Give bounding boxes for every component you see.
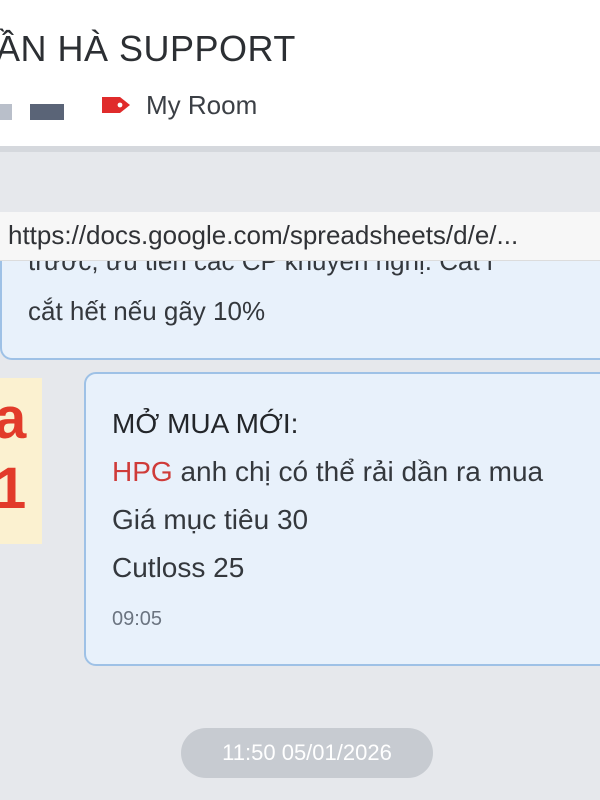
member-indicator xyxy=(30,104,64,120)
message-timestamp: 09:05 xyxy=(112,608,163,630)
sticker-text-line: a xyxy=(0,386,27,451)
room-label: My Room xyxy=(146,89,258,120)
chat-title[interactable]: ẦN HÀ SUPPORT xyxy=(0,28,296,70)
header-divider xyxy=(0,146,600,152)
tag-icon xyxy=(100,95,132,115)
member-indicator xyxy=(0,104,12,120)
room-tag[interactable]: My Room xyxy=(100,90,257,120)
message-text: Giá mục tiêu 30 xyxy=(112,504,309,535)
stock-ticker: HPG xyxy=(112,456,173,487)
date-separator: 11:50 05/01/2026 xyxy=(181,728,433,778)
sticker-image[interactable]: a 1 xyxy=(0,378,42,544)
link-preview-tooltip: https://docs.google.com/spreadsheets/d/e… xyxy=(0,212,600,261)
link-url: https://docs.google.com/spreadsheets/d/e… xyxy=(8,220,519,250)
sticker-text-line: 1 xyxy=(0,456,27,521)
chat-header: ẦN HÀ SUPPORT My Room xyxy=(0,0,600,146)
message-heading: MỞ MUA MỚI: xyxy=(112,408,299,439)
message-text: cắt hết nếu gãy 10% xyxy=(28,296,266,326)
message-text: Cutloss 25 xyxy=(112,552,245,583)
message-text: HPG anh chị có thể rải dần ra mua xyxy=(112,456,543,488)
message-text-rest: anh chị có thể rải dần ra mua xyxy=(172,456,544,487)
